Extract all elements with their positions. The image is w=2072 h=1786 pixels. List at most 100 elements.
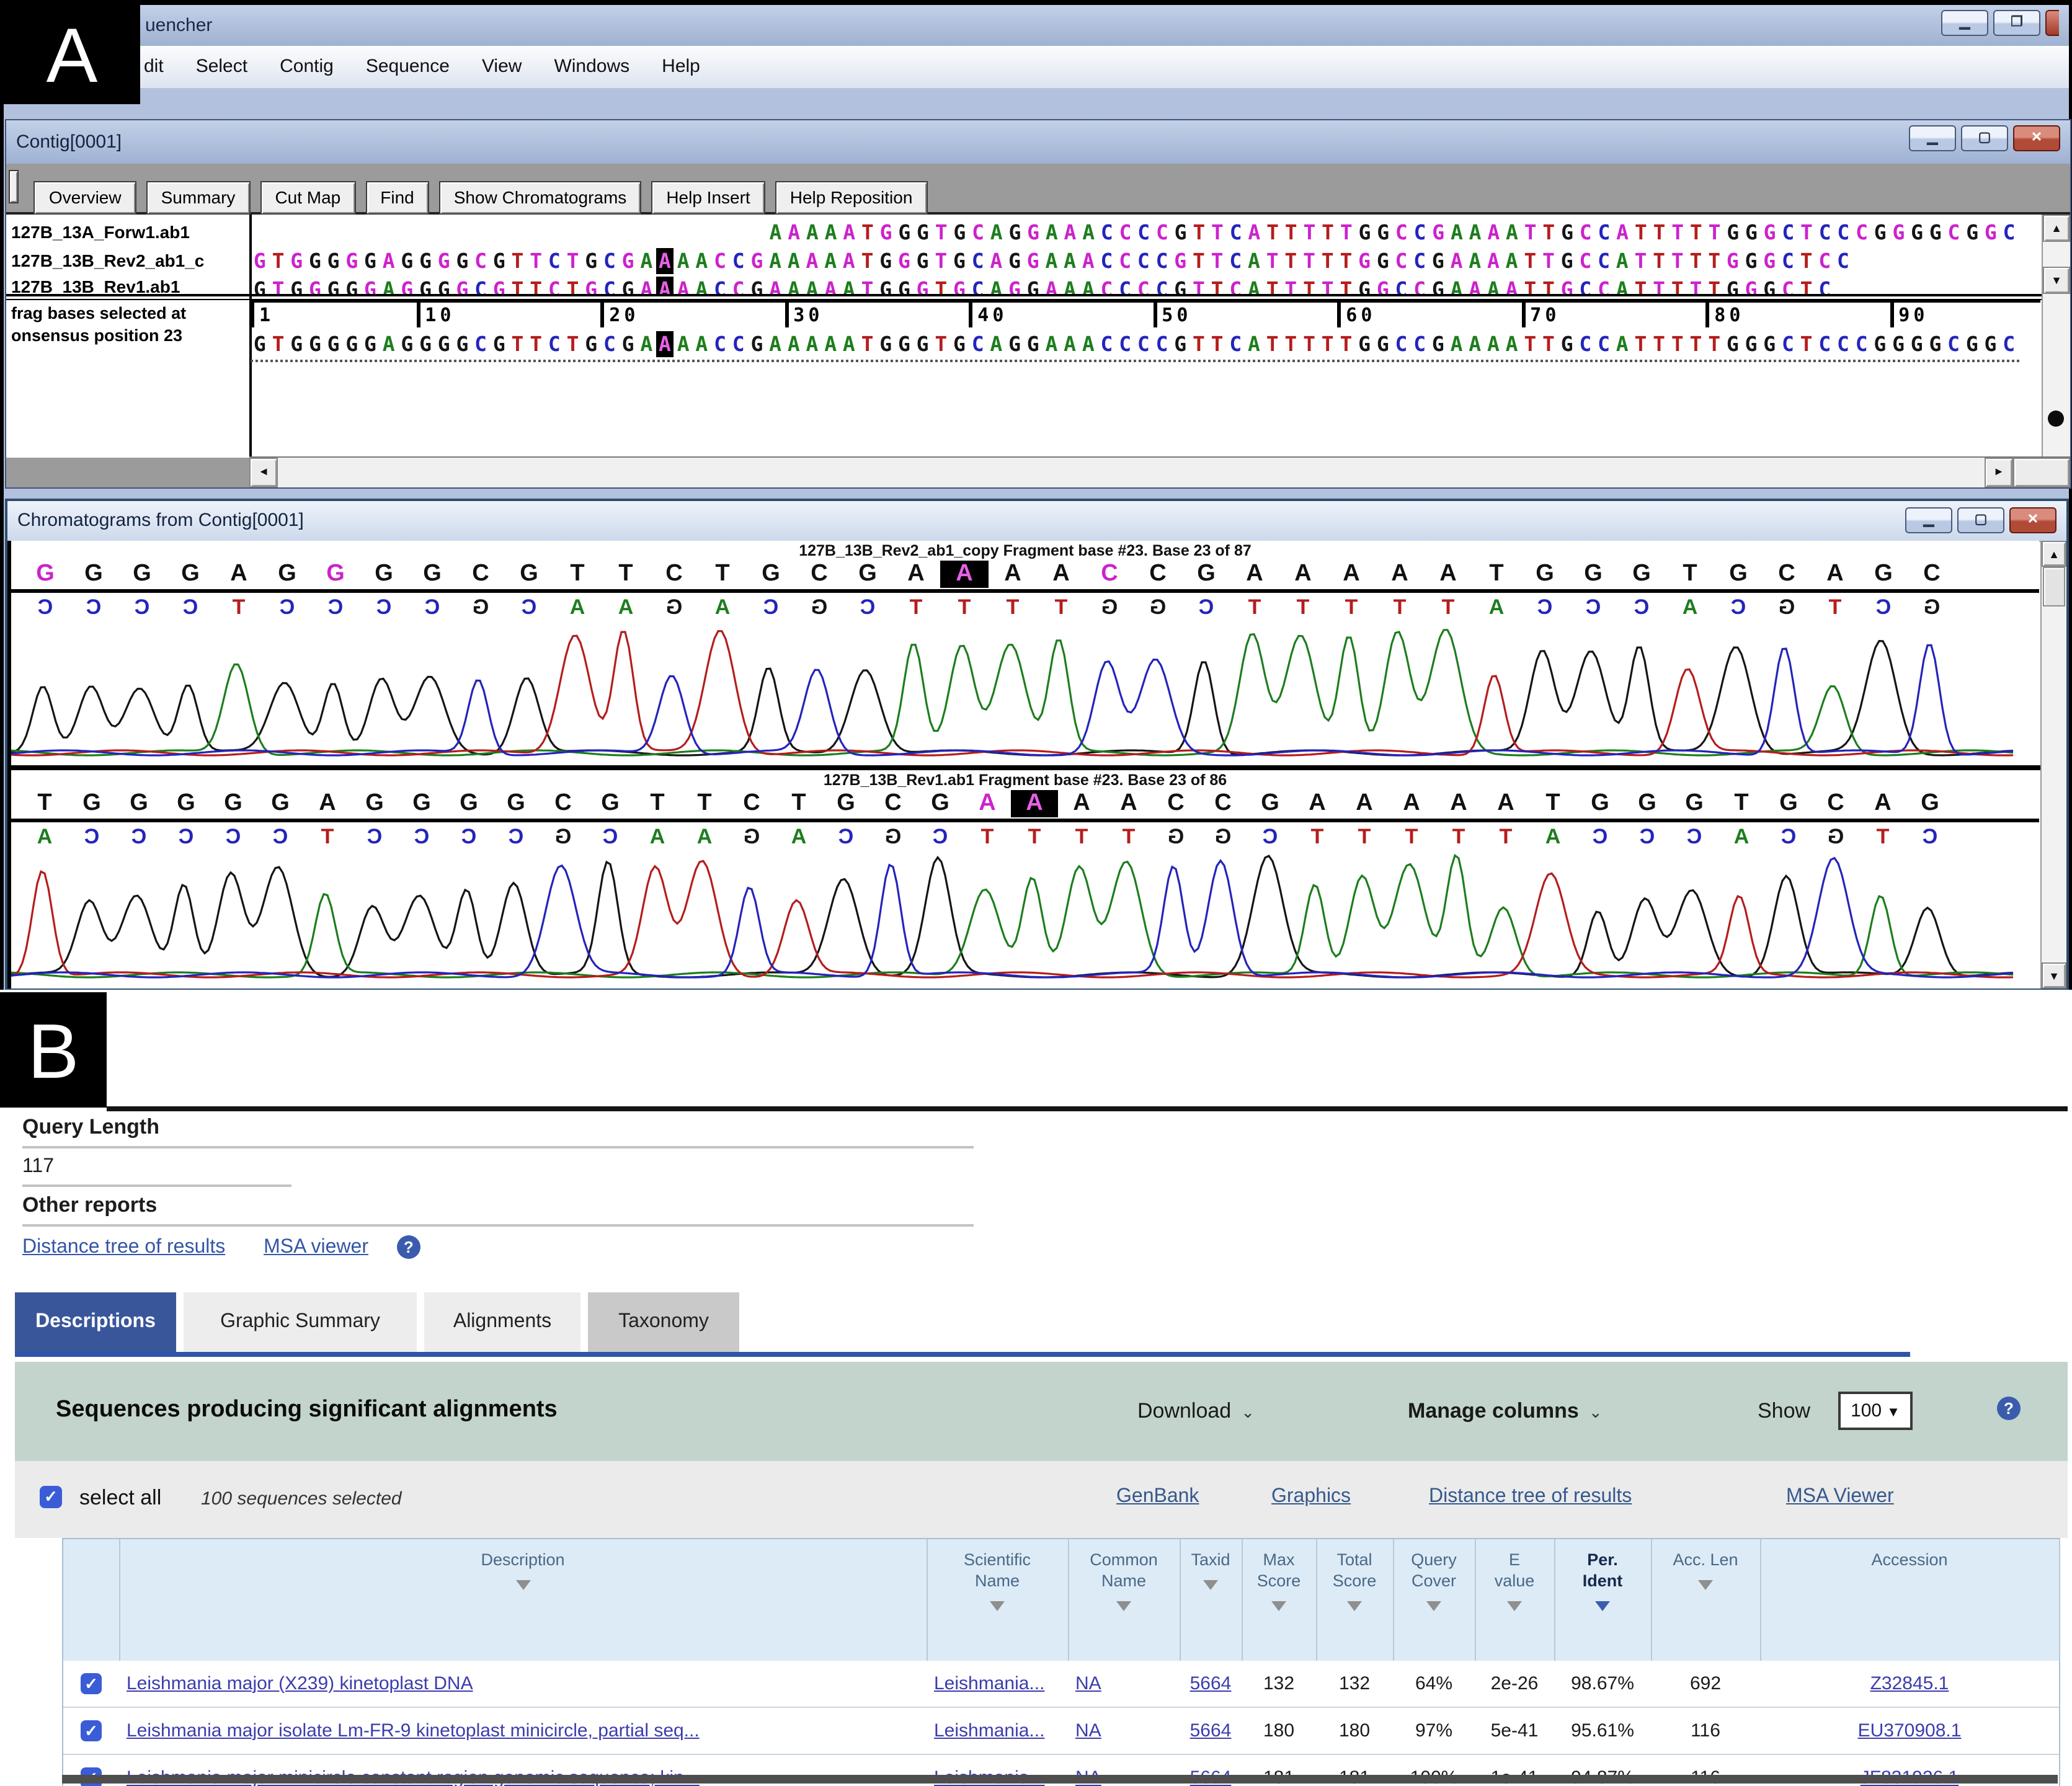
called-base: C [540, 790, 587, 817]
distance-tree-link[interactable]: Distance tree of results [1429, 1486, 1632, 1508]
taxid-link[interactable]: 5664 [1190, 1720, 1232, 1741]
accession-link[interactable]: Z32845.1 [1870, 1673, 1949, 1694]
scroll-down-icon[interactable]: ▼ [2043, 267, 2070, 294]
called-base: G [21, 561, 69, 588]
original-base-flipped: T [989, 594, 1037, 620]
select-all-checkbox[interactable]: ✓ [40, 1486, 62, 1508]
called-base: G [822, 790, 869, 817]
sort-arrow-icon[interactable] [1507, 1601, 1522, 1611]
sort-arrow-icon[interactable] [1595, 1601, 1610, 1611]
description-link[interactable]: Leishmania major (X239) kinetoplast DNA [127, 1673, 473, 1694]
scroll-up-icon[interactable]: ▲ [2043, 215, 2070, 242]
column-header-e-value[interactable]: Evalue [1475, 1539, 1554, 1661]
toolbar-button-overview[interactable]: Overview [34, 181, 136, 215]
scientific-name-link[interactable]: Leishmania... [934, 1720, 1044, 1741]
menu-item-view[interactable]: View [482, 46, 522, 88]
msa-viewer-link[interactable]: MSA Viewer [1786, 1486, 1894, 1508]
menu-item-contig[interactable]: Contig [280, 46, 334, 88]
contig-titlebar[interactable]: Contig[0001] ▁ ▢ ✕ [6, 120, 2070, 165]
scrollbar-thumb[interactable] [2043, 567, 2065, 606]
toolbar-button-help-insert[interactable]: Help Insert [651, 181, 765, 215]
row-checkbox[interactable]: ✓ [81, 1674, 102, 1695]
menu-item-sequence[interactable]: Sequence [366, 46, 450, 88]
column-header-per-ident[interactable]: Per.Ident [1554, 1539, 1651, 1661]
graphics-link[interactable]: Graphics [1271, 1486, 1351, 1508]
tab-graphic-summary[interactable]: Graphic Summary [184, 1292, 417, 1352]
accession-link[interactable]: EU370908.1 [1858, 1720, 1962, 1741]
msa-viewer-link[interactable]: MSA viewer [264, 1237, 368, 1258]
resize-corner[interactable] [2013, 458, 2070, 487]
scroll-up-icon[interactable]: ▲ [2042, 541, 2066, 567]
horizontal-scrollbar[interactable]: ◄ ► [249, 456, 2070, 487]
maximize-icon[interactable]: ▢ [1961, 125, 2008, 151]
called-base: G [263, 561, 311, 588]
help-icon[interactable]: ? [1997, 1397, 2021, 1420]
scroll-left-icon[interactable]: ◄ [249, 458, 278, 487]
column-header-total-score[interactable]: TotalScore [1316, 1539, 1393, 1661]
column-header-taxid[interactable]: Taxid [1180, 1539, 1242, 1661]
tab-descriptions[interactable]: Descriptions [15, 1292, 176, 1352]
selection-bar: ✓ select all 100 sequences selected GenB… [15, 1461, 2068, 1538]
column-header-scientific-name[interactable]: ScientificName [927, 1539, 1068, 1661]
called-base: A [1230, 561, 1279, 588]
chromatogram-titlebar[interactable]: Chromatograms from Contig[0001] ▁ ▢ ✕ [7, 501, 2066, 542]
sort-arrow-icon[interactable] [1698, 1580, 1713, 1590]
tab-taxonomy[interactable]: Taxonomy [588, 1292, 739, 1352]
scientific-name-link[interactable]: Leishmania... [934, 1673, 1044, 1694]
sort-arrow-icon[interactable] [515, 1580, 530, 1590]
close-icon[interactable]: ✕ [2009, 507, 2056, 533]
per-ident: 98.67% [1554, 1661, 1651, 1707]
column-header-description[interactable]: Description [119, 1539, 927, 1661]
column-header-max-score[interactable]: MaxScore [1242, 1539, 1316, 1661]
toolbar-button-help-reposition[interactable]: Help Reposition [775, 181, 928, 215]
distance-tree-link[interactable]: Distance tree of results [22, 1237, 225, 1258]
minimize-icon[interactable]: ▁ [1905, 507, 1952, 533]
column-header-acc-len[interactable]: Acc. Len [1651, 1539, 1760, 1661]
help-icon[interactable]: ? [397, 1235, 420, 1259]
sort-arrow-icon[interactable] [1271, 1601, 1286, 1611]
max-score: 180 [1242, 1707, 1316, 1754]
menu-item-select[interactable]: Select [196, 46, 247, 88]
close-icon[interactable] [2045, 10, 2059, 36]
column-header-common-name[interactable]: CommonName [1068, 1539, 1180, 1661]
column-header-accession[interactable]: Accession [1760, 1539, 2059, 1661]
description-link[interactable]: Leishmania major isolate Lm-FR-9 kinetop… [127, 1720, 700, 1741]
app-titlebar[interactable]: uencher ▁ ❐ [4, 5, 2069, 47]
sort-arrow-icon[interactable] [1203, 1580, 1218, 1590]
toolbar-button-find[interactable]: Find [365, 181, 429, 215]
menu-item-windows[interactable]: Windows [554, 46, 629, 88]
manage-columns-menu[interactable]: Manage columns⌄ [1408, 1399, 1603, 1424]
download-menu[interactable]: Download⌄ [1137, 1399, 1255, 1424]
common-name-link[interactable]: NA [1075, 1720, 1101, 1741]
common-name-link[interactable]: NA [1075, 1673, 1101, 1694]
sort-arrow-icon[interactable] [1347, 1601, 1362, 1611]
vertical-scrollbar[interactable]: ▲ ▼ [2042, 215, 2070, 458]
sort-arrow-icon[interactable] [1426, 1601, 1441, 1611]
maximize-icon[interactable]: ▢ [1957, 507, 2004, 533]
taxid-link[interactable]: 5664 [1190, 1673, 1232, 1694]
scroll-down-icon[interactable]: ▼ [2042, 962, 2066, 989]
scroll-right-icon[interactable]: ► [1985, 458, 2013, 487]
close-icon[interactable]: ✕ [2013, 125, 2060, 151]
row-checkbox[interactable]: ✓ [81, 1721, 102, 1742]
genbank-link[interactable]: GenBank [1116, 1486, 1199, 1508]
menu-item-dit[interactable]: dit [144, 46, 164, 88]
toolbar-button-cut-map[interactable]: Cut Map [260, 181, 355, 215]
sort-arrow-icon[interactable] [1116, 1601, 1131, 1611]
original-base-flipped: C [69, 594, 118, 620]
menu-item-help[interactable]: Help [662, 46, 700, 88]
column-header-query-cover[interactable]: QueryCover [1393, 1539, 1475, 1661]
sort-arrow-icon[interactable] [990, 1601, 1005, 1611]
tab-alignments[interactable]: Alignments [424, 1292, 580, 1352]
called-base: A [1388, 790, 1435, 817]
toolbar-button-summary[interactable]: Summary [146, 181, 251, 215]
vertical-scrollbar[interactable]: ▲ ▼ [2040, 541, 2066, 989]
toolbar-button-partial[interactable] [9, 170, 19, 203]
record-dot-icon[interactable] [2048, 411, 2064, 427]
toolbar-button-show-chromatograms[interactable]: Show Chromatograms [439, 181, 642, 215]
show-count-select[interactable]: 100▼ [1838, 1392, 1913, 1430]
called-base: G [1576, 790, 1624, 817]
minimize-icon[interactable]: ▁ [1909, 125, 1956, 151]
minimize-icon[interactable]: ▁ [1941, 10, 1988, 36]
restore-icon[interactable]: ❐ [1993, 10, 2040, 36]
